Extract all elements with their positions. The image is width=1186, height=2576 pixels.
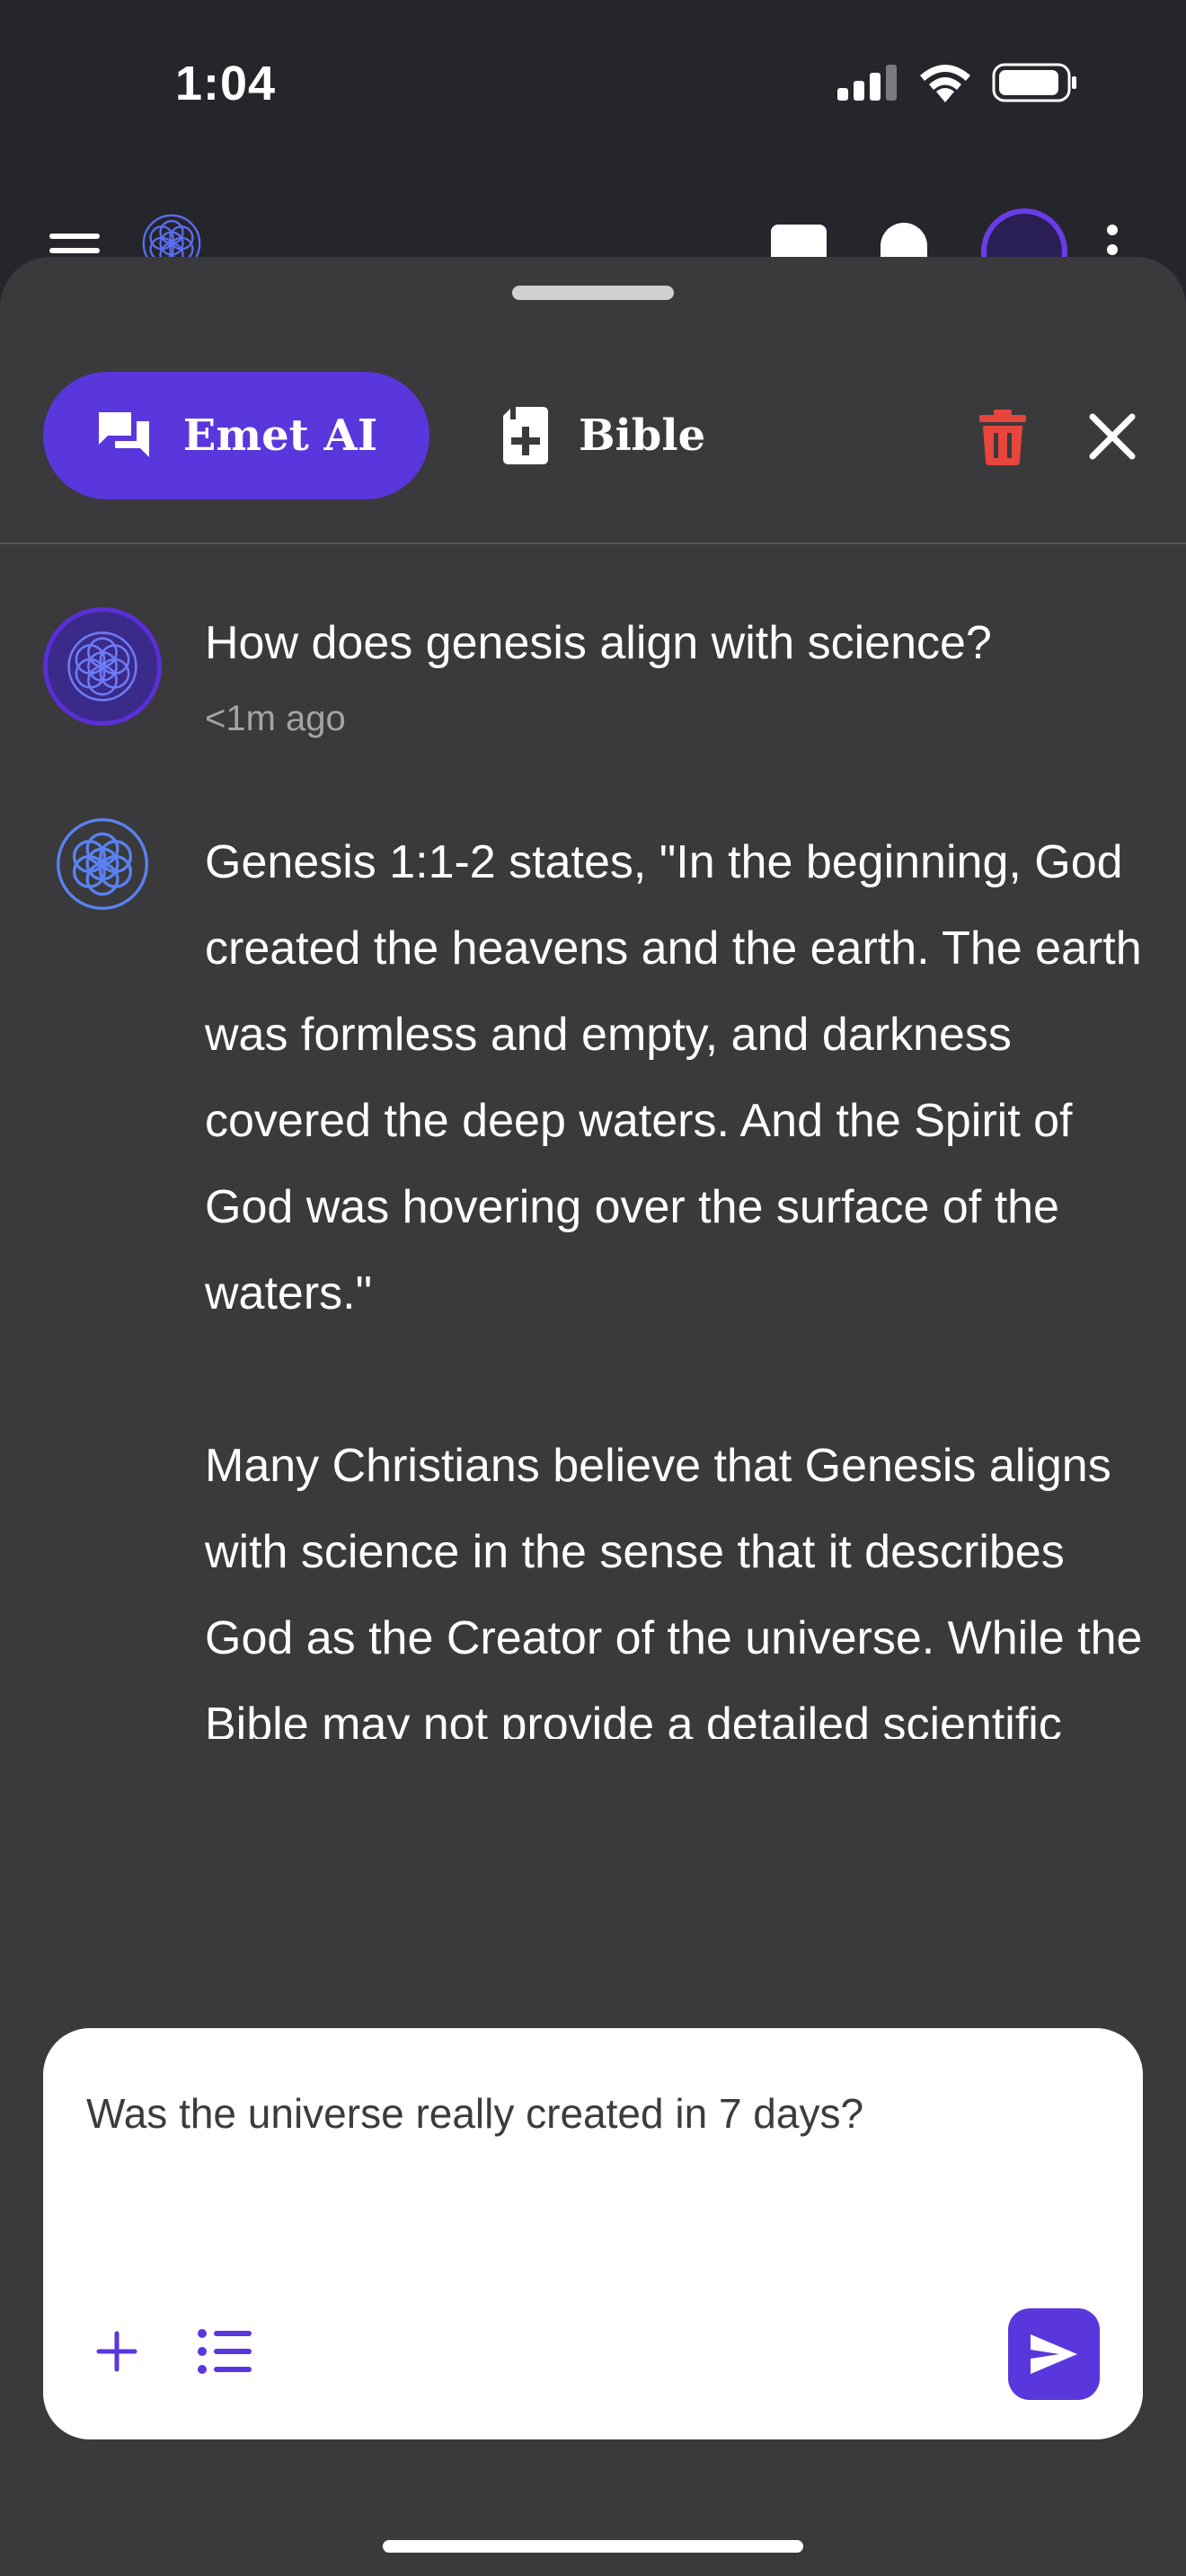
wifi-icon xyxy=(920,65,970,102)
status-bar: 1:04 xyxy=(0,0,1186,180)
add-icon[interactable] xyxy=(95,2330,138,2373)
signal-icon xyxy=(837,65,897,101)
tab-bible[interactable]: Bible xyxy=(503,372,705,499)
chat-thread[interactable]: How does genesis align with science? <1m… xyxy=(0,544,1186,1739)
assistant-sheet: Emet AI Bible How does genesis align wit… xyxy=(0,257,1186,2576)
battery-icon xyxy=(992,63,1076,102)
close-icon[interactable] xyxy=(1087,411,1137,462)
tab-label: Emet AI xyxy=(182,410,378,461)
status-icons xyxy=(837,63,1078,102)
chat-icon xyxy=(98,412,149,457)
ai-response: Genesis 1:1-2 states, "In the beginning,… xyxy=(205,836,1143,1739)
status-time: 1:04 xyxy=(175,57,277,110)
send-icon xyxy=(1031,2334,1077,2374)
send-button[interactable] xyxy=(1008,2308,1100,2400)
bible-plus-icon xyxy=(503,407,548,464)
tab-bar: Emet AI Bible xyxy=(0,372,1186,503)
message-composer xyxy=(43,2028,1143,2439)
list-icon[interactable] xyxy=(198,2328,252,2375)
home-indicator xyxy=(383,2540,803,2553)
user-message: How does genesis align with science? xyxy=(205,617,992,669)
flower-of-life-avatar-icon xyxy=(67,631,137,701)
user-avatar xyxy=(43,607,162,726)
message-input[interactable] xyxy=(86,2089,1075,2138)
emet-ai-logo-icon xyxy=(57,818,148,910)
sheet-grabber[interactable] xyxy=(512,286,674,300)
tab-emet-ai[interactable]: Emet AI xyxy=(43,372,429,499)
message-timestamp: <1m ago xyxy=(205,699,346,738)
tab-label: Bible xyxy=(579,410,706,461)
trash-icon[interactable] xyxy=(979,410,1026,465)
